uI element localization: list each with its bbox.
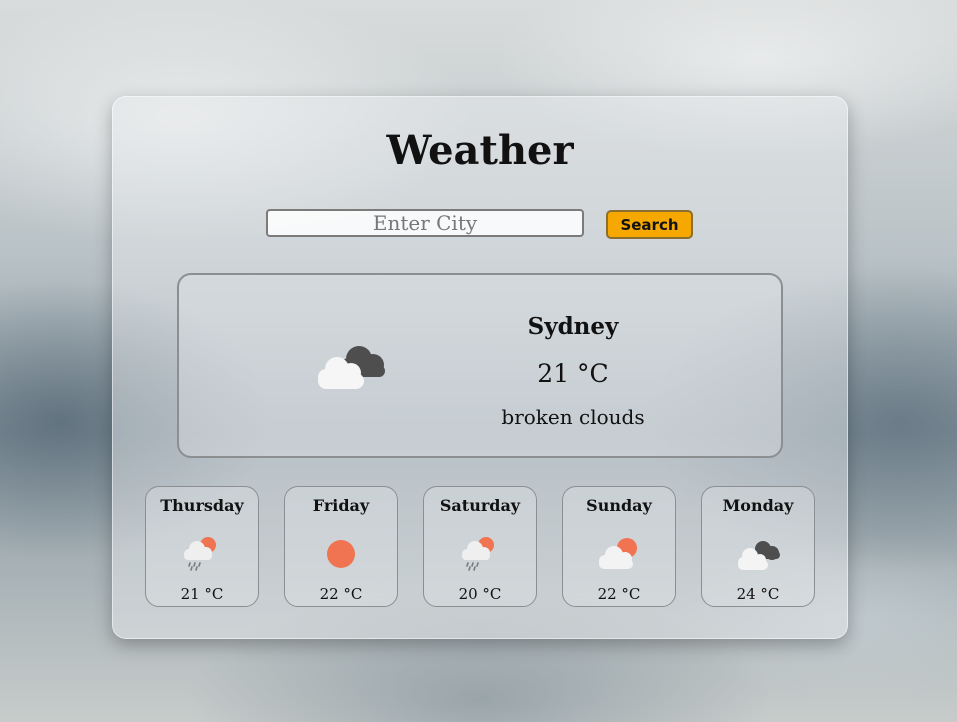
forecast-temperature: 21 °C (180, 585, 224, 603)
forecast-day: Monday (722, 496, 794, 515)
forecast-card-sunday: Sunday 22 °C (562, 486, 676, 607)
forecast-day: Thursday (160, 496, 244, 515)
forecast-day: Saturday (439, 496, 521, 515)
sun-cloud-icon (599, 538, 637, 569)
current-weather-card: Sydney 21 °C broken clouds (177, 273, 783, 458)
current-temperature: 21 °C (537, 359, 609, 388)
forecast-temperature: 22 °C (319, 585, 363, 603)
forecast-temperature: 22 °C (597, 585, 641, 603)
forecast-card-friday: Friday 22 °C (284, 486, 398, 607)
forecast-day: Sunday (586, 496, 652, 515)
search-button[interactable]: Search (606, 210, 693, 239)
current-description: broken clouds (501, 405, 645, 429)
rain-sun-icon (184, 537, 216, 571)
city-search-input[interactable] (266, 209, 584, 237)
weather-panel: Weather Search Sydney 21 °C broken cloud… (112, 96, 848, 639)
rain-sun-icon (462, 537, 494, 571)
forecast-card-monday: Monday 24 °C (701, 486, 815, 607)
forecast-day: Friday (312, 496, 370, 515)
broken-clouds-icon (318, 346, 385, 389)
app-title: Weather (386, 127, 574, 174)
broken-clouds-icon (738, 541, 780, 570)
current-city: Sydney (527, 313, 619, 340)
forecast-temperature: 20 °C (458, 585, 502, 603)
forecast-card-thursday: Thursday 21 °C (145, 486, 259, 607)
forecast-card-saturday: Saturday 20 °C (423, 486, 537, 607)
forecast-temperature: 24 °C (736, 585, 780, 603)
sun-icon (327, 540, 355, 568)
